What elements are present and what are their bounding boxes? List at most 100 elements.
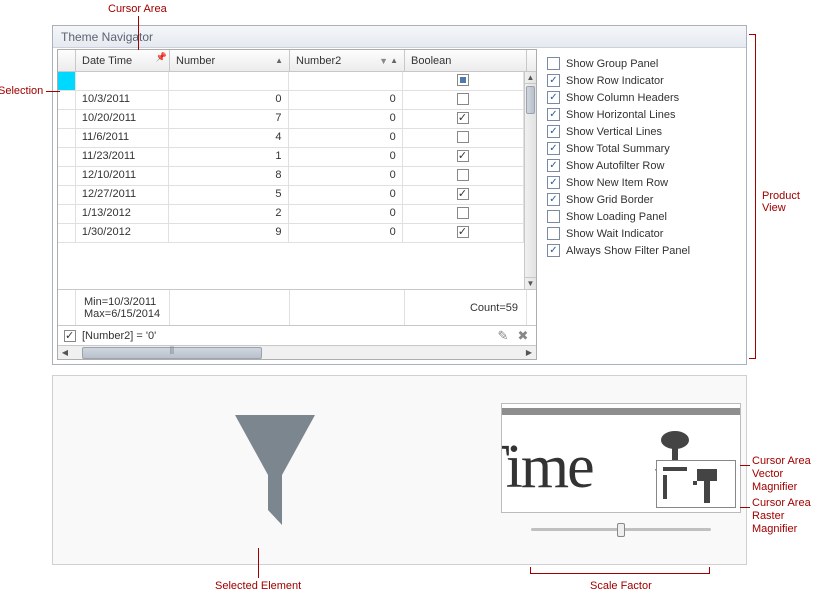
cell-datetime[interactable]: 1/30/2012 xyxy=(76,224,169,242)
slider-knob[interactable] xyxy=(617,523,625,537)
checkbox-icon[interactable] xyxy=(547,176,560,189)
cell-number2[interactable]: 0 xyxy=(289,129,403,147)
vertical-scrollbar[interactable]: ▲ ▼ xyxy=(524,72,536,289)
column-header-number[interactable]: Number ▲ xyxy=(170,50,290,71)
checkbox-icon[interactable] xyxy=(457,150,469,162)
horizontal-scrollbar[interactable]: ◀ ▶ xyxy=(58,345,536,359)
cell-boolean[interactable] xyxy=(403,110,524,128)
option-item[interactable]: Show Grid Border xyxy=(545,191,742,208)
cell-datetime[interactable]: 10/3/2011 xyxy=(76,91,169,109)
table-row[interactable]: 10/20/201170 xyxy=(58,110,524,129)
cell-number[interactable]: 1 xyxy=(169,148,288,166)
column-header-number2[interactable]: Number2 ▼ ▲ xyxy=(290,50,405,71)
checkbox-icon[interactable] xyxy=(457,112,469,124)
checkbox-icon[interactable] xyxy=(457,93,469,105)
option-item[interactable]: Show Autofilter Row xyxy=(545,157,742,174)
scale-factor-slider[interactable] xyxy=(531,521,711,537)
cell-boolean[interactable] xyxy=(403,205,524,223)
option-item[interactable]: Show Horizontal Lines xyxy=(545,106,742,123)
table-row[interactable]: 11/23/201110 xyxy=(58,148,524,167)
option-item[interactable]: Always Show Filter Panel xyxy=(545,242,742,259)
table-row[interactable]: 1/30/201290 xyxy=(58,224,524,243)
column-header-boolean[interactable]: Boolean xyxy=(405,50,527,71)
cell-boolean[interactable] xyxy=(403,148,524,166)
scroll-up-icon[interactable]: ▲ xyxy=(525,72,536,84)
cell-datetime[interactable]: 12/10/2011 xyxy=(76,167,169,185)
cell-boolean[interactable] xyxy=(403,186,524,204)
cell-number2[interactable]: 0 xyxy=(289,167,403,185)
checkbox-icon[interactable] xyxy=(547,125,560,138)
cell-number2[interactable]: 0 xyxy=(289,110,403,128)
cell-number[interactable]: 0 xyxy=(169,91,288,109)
scroll-left-icon[interactable]: ◀ xyxy=(58,346,72,360)
checkbox-indeterminate-icon[interactable] xyxy=(457,74,469,86)
scroll-down-icon[interactable]: ▼ xyxy=(525,277,536,289)
column-header-label: Date Time xyxy=(82,55,132,67)
checkbox-icon[interactable] xyxy=(457,169,469,181)
checkbox-icon[interactable] xyxy=(547,142,560,155)
cell-number[interactable]: 5 xyxy=(169,186,288,204)
table-row[interactable]: 12/27/201150 xyxy=(58,186,524,205)
option-item[interactable]: Show Total Summary xyxy=(545,140,742,157)
autofilter-cell-boolean[interactable] xyxy=(403,72,524,90)
cell-boolean[interactable] xyxy=(403,224,524,242)
cell-number2[interactable]: 0 xyxy=(289,224,403,242)
autofilter-cell-datetime[interactable] xyxy=(76,72,169,90)
cell-datetime[interactable]: 10/20/2011 xyxy=(76,110,169,128)
cell-boolean[interactable] xyxy=(403,129,524,147)
table-row[interactable]: 12/10/201180 xyxy=(58,167,524,186)
cell-boolean[interactable] xyxy=(403,167,524,185)
checkbox-icon[interactable] xyxy=(547,108,560,121)
checkbox-icon[interactable] xyxy=(547,193,560,206)
checkbox-icon[interactable] xyxy=(547,74,560,87)
cell-datetime[interactable]: 11/6/2011 xyxy=(76,129,169,147)
option-item[interactable]: Show New Item Row xyxy=(545,174,742,191)
scroll-thumb[interactable] xyxy=(82,347,262,359)
checkbox-icon[interactable] xyxy=(457,226,469,238)
checkbox-icon[interactable] xyxy=(547,210,560,223)
annotation-cursor-area: Cursor Area xyxy=(108,3,167,15)
cell-number2[interactable]: 0 xyxy=(289,148,403,166)
filter-expression[interactable]: [Number2] = '0' xyxy=(82,330,156,342)
cell-datetime[interactable]: 12/27/2011 xyxy=(76,186,169,204)
option-item[interactable]: Show Wait Indicator xyxy=(545,225,742,242)
scroll-right-icon[interactable]: ▶ xyxy=(522,346,536,360)
filter-enabled-checkbox[interactable] xyxy=(64,330,76,342)
cell-number2[interactable]: 0 xyxy=(289,186,403,204)
table-row[interactable]: 1/13/201220 xyxy=(58,205,524,224)
checkbox-icon[interactable] xyxy=(547,91,560,104)
option-item[interactable]: Show Vertical Lines xyxy=(545,123,742,140)
cell-number[interactable]: 4 xyxy=(169,129,288,147)
checkbox-icon[interactable] xyxy=(547,244,560,257)
option-item[interactable]: Show Loading Panel xyxy=(545,208,742,225)
preview-panel: Time + xyxy=(52,375,747,565)
cell-boolean[interactable] xyxy=(403,91,524,109)
option-label: Show Vertical Lines xyxy=(566,126,662,138)
clear-filter-icon[interactable]: ✖ xyxy=(516,329,530,343)
table-row[interactable]: 10/3/201100 xyxy=(58,91,524,110)
cell-datetime[interactable]: 1/13/2012 xyxy=(76,205,169,223)
option-item[interactable]: Show Column Headers xyxy=(545,89,742,106)
checkbox-icon[interactable] xyxy=(547,57,560,70)
cell-number[interactable]: 9 xyxy=(169,224,288,242)
option-item[interactable]: Show Group Panel xyxy=(545,55,742,72)
autofilter-cell-number2[interactable] xyxy=(289,72,403,90)
cell-number[interactable]: 7 xyxy=(169,110,288,128)
option-item[interactable]: Show Row Indicator xyxy=(545,72,742,89)
cell-number2[interactable]: 0 xyxy=(289,205,403,223)
cell-number[interactable]: 8 xyxy=(169,167,288,185)
autofilter-row[interactable] xyxy=(58,72,524,91)
cell-datetime[interactable]: 11/23/2011 xyxy=(76,148,169,166)
table-row[interactable]: 11/6/201140 xyxy=(58,129,524,148)
edit-filter-icon[interactable]: ✎ xyxy=(496,329,510,343)
column-header-datetime[interactable]: Date Time 📌 xyxy=(76,50,170,71)
checkbox-icon[interactable] xyxy=(457,207,469,219)
checkbox-icon[interactable] xyxy=(547,227,560,240)
cell-number2[interactable]: 0 xyxy=(289,91,403,109)
scroll-thumb[interactable] xyxy=(526,86,535,114)
checkbox-icon[interactable] xyxy=(457,188,469,200)
cell-number[interactable]: 2 xyxy=(169,205,288,223)
autofilter-cell-number[interactable] xyxy=(169,72,288,90)
checkbox-icon[interactable] xyxy=(547,159,560,172)
checkbox-icon[interactable] xyxy=(457,131,469,143)
